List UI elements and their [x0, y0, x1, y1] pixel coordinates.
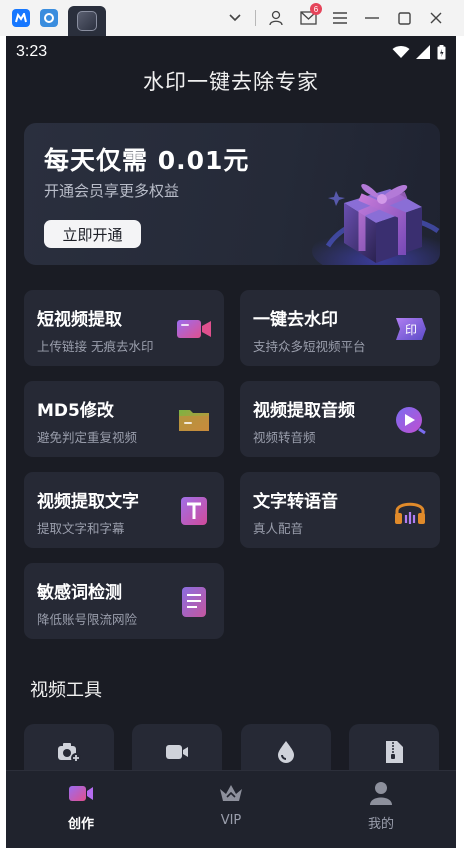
feature-card-md5-modify[interactable]: MD5修改 避免判定重复视频	[24, 381, 224, 457]
crown-icon	[220, 785, 242, 801]
card-subtitle: 上传链接 无痕去水印	[37, 339, 154, 354]
maximize-icon[interactable]	[388, 0, 420, 36]
bottom-tab-bar: 创作 VIP 我的	[6, 770, 456, 848]
card-title: 一键去水印	[253, 310, 338, 330]
app-launcher-icon[interactable]	[12, 9, 30, 27]
tab-label: VIP	[220, 813, 242, 828]
card-title: 文字转语音	[253, 492, 338, 512]
mail-badge: 6	[310, 3, 322, 15]
card-title: 短视频提取	[37, 310, 122, 330]
phone-screen: 3:23 水印一键去除专家 每天仅需 0.01元 开通会员享更多权益 立即开通	[6, 36, 456, 848]
video-tools-title: 视频工具	[30, 680, 102, 701]
card-title: 视频提取音频	[253, 401, 355, 421]
profile-icon	[370, 782, 392, 805]
video-icon	[166, 745, 188, 759]
tab-label: 创作	[67, 817, 94, 832]
card-subtitle: 支持众多短视频平台	[253, 339, 366, 354]
tab-create[interactable]: 创作	[6, 771, 156, 848]
zip-file-icon	[386, 741, 403, 763]
status-time: 3:23	[16, 43, 48, 60]
tab-label: 我的	[367, 817, 394, 832]
battery-icon	[437, 44, 446, 59]
create-video-icon	[69, 786, 93, 801]
banner-subtitle: 开通会员享更多权益	[44, 182, 180, 200]
feature-card-text-to-speech[interactable]: 文字转语音 真人配音	[240, 472, 440, 548]
svg-text:印: 印	[405, 323, 417, 337]
minimize-icon[interactable]	[356, 0, 388, 36]
feature-card-video-to-audio[interactable]: 视频提取音频 视频转音频	[240, 381, 440, 457]
user-icon[interactable]	[260, 0, 292, 36]
status-bar: 3:23	[6, 36, 456, 68]
headphones-icon	[395, 502, 425, 524]
card-title: 视频提取文字	[37, 492, 139, 512]
document-list-icon	[182, 587, 206, 617]
audio-disc-icon	[396, 407, 426, 435]
close-icon[interactable]	[420, 0, 452, 36]
card-subtitle: 真人配音	[253, 521, 304, 536]
tab-vip[interactable]: VIP	[156, 771, 306, 848]
camera-add-icon	[58, 743, 81, 763]
host-window-bar: 6	[0, 0, 464, 36]
menu-icon[interactable]	[324, 0, 356, 36]
banner-title: 每天仅需 0.01元	[44, 146, 250, 175]
card-subtitle: 提取文字和字幕	[37, 521, 125, 536]
app-tab-icon	[77, 11, 97, 31]
card-title: 敏感词检测	[37, 583, 122, 603]
text-t-icon	[181, 497, 207, 525]
tab-profile[interactable]: 我的	[306, 771, 456, 848]
signal-icon	[416, 45, 430, 59]
settings-app-icon[interactable]	[40, 9, 58, 27]
droplet-icon	[278, 741, 294, 763]
mail-button[interactable]: 6	[292, 0, 324, 36]
page-title: 水印一键去除专家	[143, 70, 319, 94]
card-title: MD5修改	[37, 401, 114, 421]
feature-card-sensitive-words[interactable]: 敏感词检测 降低账号限流网险	[24, 563, 224, 639]
wifi-icon	[392, 46, 410, 58]
stamp-icon: 印	[396, 318, 426, 340]
card-subtitle: 视频转音频	[253, 430, 316, 445]
feature-card-video-to-text[interactable]: 视频提取文字 提取文字和字幕	[24, 472, 224, 548]
video-camera-icon	[177, 320, 211, 338]
divider	[255, 10, 256, 26]
active-app-tab[interactable]	[68, 6, 106, 36]
card-subtitle: 降低账号限流网险	[37, 612, 138, 627]
gift-box-icon	[312, 184, 440, 265]
chevron-down-icon[interactable]	[219, 0, 251, 36]
vip-banner[interactable]: 每天仅需 0.01元 开通会员享更多权益 立即开通	[24, 123, 440, 265]
feature-card-remove-watermark[interactable]: 一键去水印 支持众多短视频平台 印	[240, 290, 440, 366]
activate-vip-button[interactable]: 立即开通	[44, 220, 141, 248]
folder-icon	[179, 410, 209, 431]
window-edge	[456, 36, 464, 850]
feature-card-short-video-extract[interactable]: 短视频提取 上传链接 无痕去水印	[24, 290, 224, 366]
card-subtitle: 避免判定重复视频	[37, 430, 138, 445]
